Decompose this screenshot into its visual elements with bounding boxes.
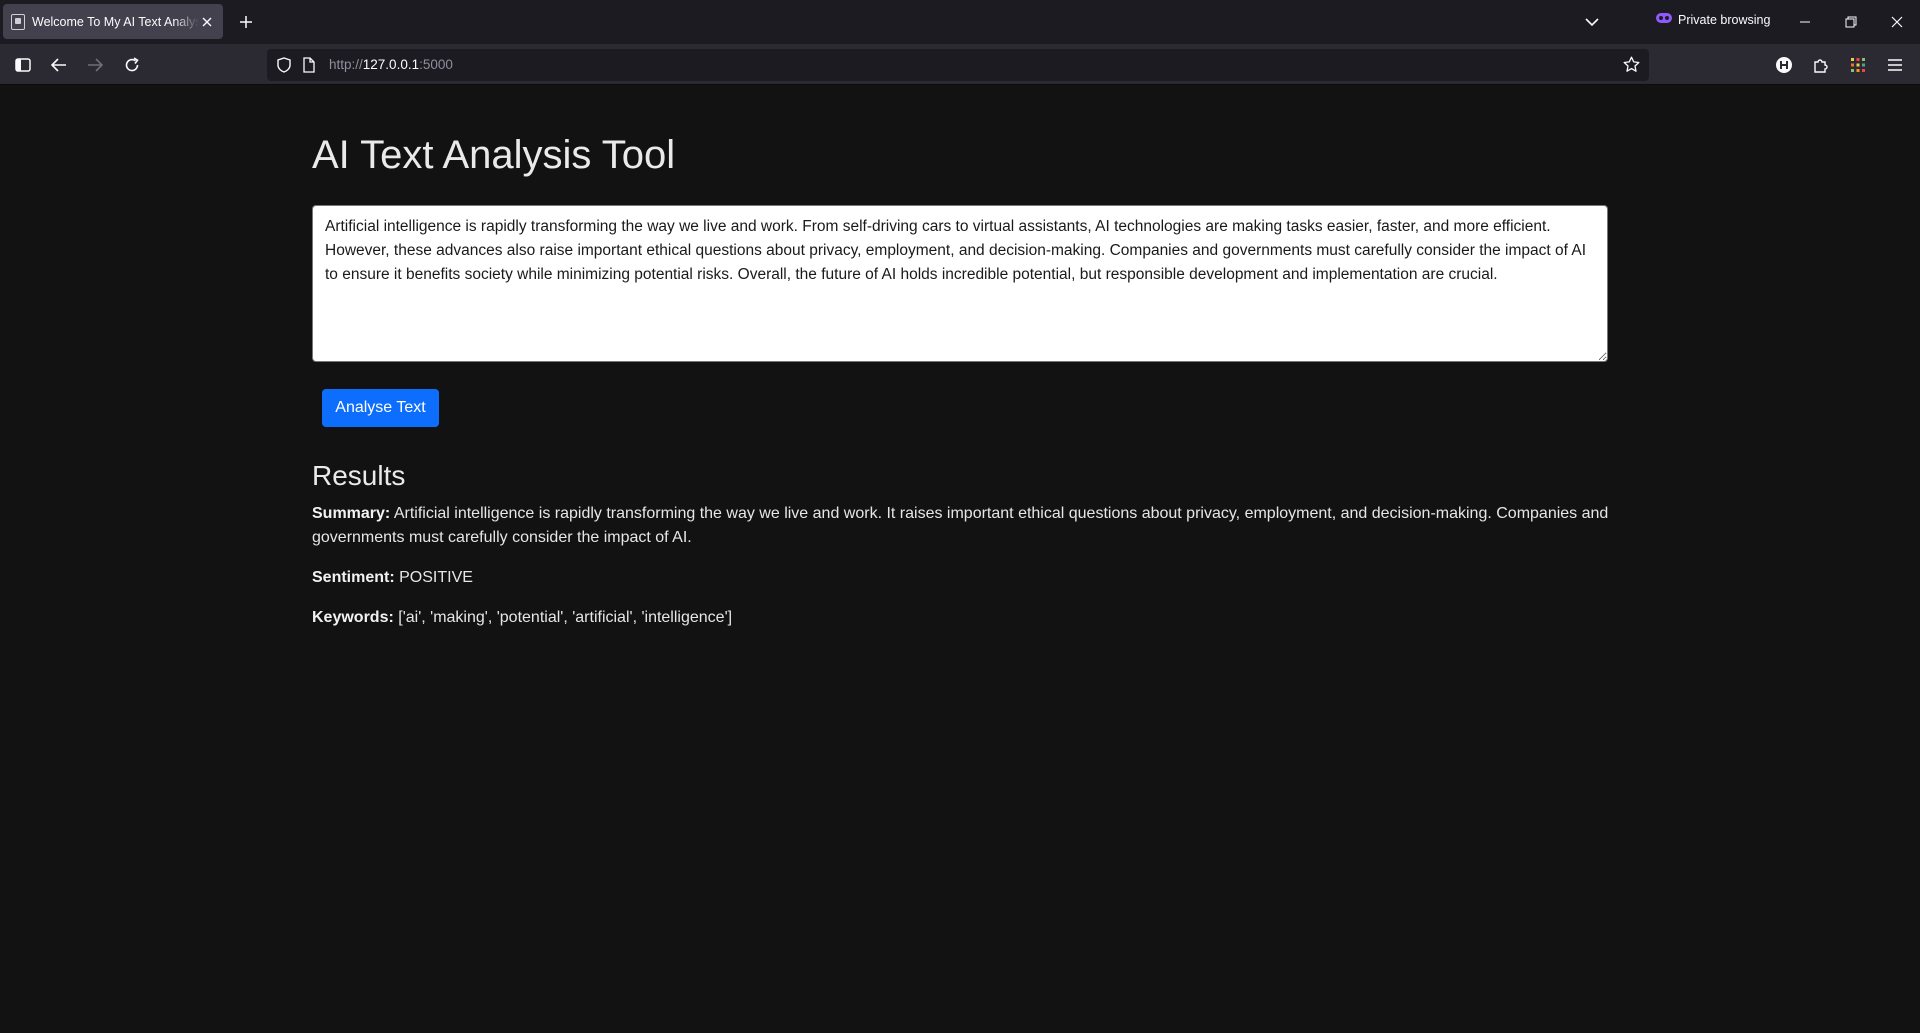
close-icon[interactable] [199,14,215,30]
keywords-result: Keywords: ['ai', 'making', 'potential', … [312,606,1612,630]
restore-icon[interactable] [1834,6,1868,38]
minimize-icon[interactable] [1788,6,1822,38]
private-browsing-indicator: Private browsing [1656,12,1770,27]
shield-icon[interactable] [277,57,291,78]
address-bar[interactable]: http://127.0.0.1:5000 [267,49,1649,81]
private-mask-icon [1656,12,1672,27]
page-title: AI Text Analysis Tool [312,133,676,177]
url-port: :5000 [419,57,453,72]
sentiment-label: Sentiment: [312,569,395,586]
analyse-text-button[interactable]: Analyse Text [322,389,439,427]
sentiment-value: POSITIVE [399,569,473,586]
page-icon [11,13,25,30]
close-window-icon[interactable] [1880,6,1914,38]
arrow-left-icon[interactable] [44,50,74,80]
puzzle-icon[interactable] [1805,50,1835,80]
summary-result: Summary: Artificial intelligence is rapi… [312,502,1612,550]
tab-title: Welcome To My AI Text Analysis [32,14,199,29]
page-info-icon[interactable] [303,57,315,78]
summary-label: Summary: [312,505,391,522]
browser-tab-active[interactable]: Welcome To My AI Text Analysis [3,4,223,39]
sidebar-icon[interactable] [8,50,38,80]
browser-toolbar: http://127.0.0.1:5000 [0,44,1920,85]
star-icon[interactable] [1623,56,1640,78]
account-icon[interactable] [1769,50,1799,80]
reload-icon[interactable] [117,50,147,80]
sentiment-result: Sentiment: POSITIVE [312,566,1612,590]
chevron-down-icon[interactable] [1580,10,1604,34]
text-input-area[interactable]: Artificial intelligence is rapidly trans… [312,205,1608,362]
url-scheme: http:// [329,57,363,72]
page-content: AI Text Analysis Tool Artificial intelli… [0,86,1920,1033]
summary-value: Artificial intelligence is rapidly trans… [312,505,1609,546]
url-text[interactable]: http://127.0.0.1:5000 [329,57,453,72]
results-heading: Results [312,460,406,491]
grid-icon[interactable] [1843,50,1873,80]
private-browsing-label: Private browsing [1678,12,1771,27]
url-host: 127.0.0.1 [362,57,420,72]
browser-tab-strip: Welcome To My AI Text Analysis Private b… [0,0,1920,44]
plus-icon[interactable] [234,10,258,34]
hamburger-icon[interactable] [1880,50,1910,80]
arrow-right-icon[interactable] [80,50,110,80]
keywords-value: ['ai', 'making', 'potential', 'artificia… [398,609,733,626]
keywords-label: Keywords: [312,609,394,626]
